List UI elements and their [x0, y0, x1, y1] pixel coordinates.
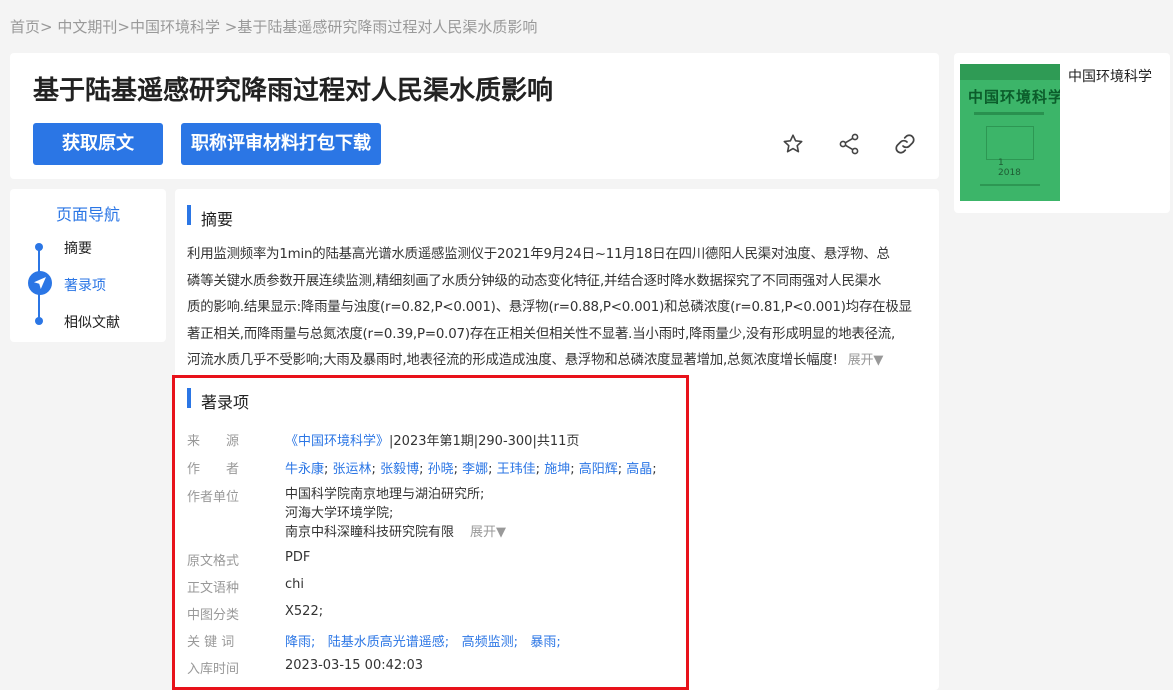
date-label: 入库时间	[187, 662, 240, 677]
breadcrumb-journals[interactable]: 中文期刊	[57, 18, 117, 36]
keyword-link[interactable]: 降雨;	[285, 635, 315, 650]
affiliation-expand-link[interactable]: 展开▼	[470, 525, 506, 540]
breadcrumb-separator: >	[224, 18, 238, 36]
cover-logo-strip	[960, 64, 1060, 80]
cover-issue-number: 1	[998, 158, 1004, 168]
cover-issue: 1 2018	[998, 158, 1021, 178]
affiliation-item: 南京中科深瞳科技研究院有限	[285, 525, 455, 540]
clc-label: 中图分类	[187, 608, 240, 623]
author-link[interactable]: 牛永康	[285, 462, 324, 477]
source-details: |2023年第1期|290-300|共11页	[389, 434, 580, 449]
abstract-expand-link[interactable]: 展开▼	[848, 353, 884, 368]
cover-issue-box	[986, 126, 1034, 160]
journal-name[interactable]: 中国环境科学	[1068, 66, 1152, 86]
keyword-link[interactable]: 暴雨;	[530, 635, 560, 650]
main-content: 摘要 利用监测频率为1min的陆基高光谱水质遥感监测仪于2021年9月24日~1…	[175, 189, 939, 690]
share-icon[interactable]	[837, 132, 861, 156]
author-link[interactable]: 施坤	[544, 462, 570, 477]
section-bar	[187, 205, 191, 225]
author-link[interactable]: 张毅博	[380, 462, 419, 477]
abstract-line: 河流水质几乎不受影响;大雨及暴雨时,地表径流的形成造成浊度、悬浮物和总磷浓度显著…	[187, 353, 838, 368]
record-heading: 著录项	[201, 393, 250, 412]
abstract-line: 利用监测频率为1min的陆基高光谱水质遥感监测仪于2021年9月24日~11月1…	[187, 247, 890, 262]
author-link[interactable]: 张运林	[333, 462, 372, 477]
section-bar	[187, 388, 191, 408]
article-header: 基于陆基遥感研究降雨过程对人民渠水质影响 获取原文 职称评审材料打包下载	[10, 53, 939, 179]
link-icon[interactable]	[893, 132, 917, 156]
nav-item-abstract[interactable]: 摘要	[64, 238, 92, 258]
format-value: PDF	[285, 550, 311, 565]
breadcrumb-article: 基于陆基遥感研究降雨过程对人民渠水质影响	[237, 18, 538, 36]
abstract-line: 著正相关,而降雨量与总氮浓度(r=0.39,P=0.07)存在正相关但相关性不显…	[187, 326, 896, 342]
nav-dot	[35, 243, 43, 251]
source-journal-link[interactable]: 《中国环境科学》	[285, 434, 389, 449]
abstract-text: 利用监测频率为1min的陆基高光谱水质遥感监测仪于2021年9月24日~11月1…	[187, 242, 925, 375]
abstract-last-line: 河流水质几乎不受影响;大雨及暴雨时,地表径流的形成造成浊度、悬浮物和总磷浓度显著…	[187, 348, 925, 375]
source-value: 《中国环境科学》|2023年第1期|290-300|共11页	[285, 430, 579, 449]
breadcrumb: 首页> 中文期刊>中国环境科学 >基于陆基遥感研究降雨过程对人民渠水质影响	[10, 16, 537, 37]
keyword-link[interactable]: 高频监测;	[462, 635, 518, 650]
affiliation-item: 河海大学环境学院;	[285, 506, 394, 521]
nav-item-record[interactable]: 著录项	[64, 275, 106, 295]
breadcrumb-home[interactable]: 首页	[10, 18, 40, 36]
keywords-list: 降雨; 陆基水质高光谱遥感; 高频监测; 暴雨;	[285, 631, 561, 650]
get-original-button[interactable]: 获取原文	[33, 123, 163, 165]
breadcrumb-journal[interactable]: 中国环境科学	[130, 18, 220, 36]
affiliation-item-last: 南京中科深瞳科技研究院有限 展开▼	[285, 523, 506, 542]
author-link[interactable]: 王玮佳	[497, 462, 536, 477]
journal-cover[interactable]: 中国环境科学 1 2018	[960, 64, 1060, 201]
nav-dot	[35, 317, 43, 325]
nav-active-marker	[28, 271, 52, 295]
author-link[interactable]: 李娜	[462, 462, 488, 477]
date-value: 2023-03-15 00:42:03	[285, 658, 424, 673]
abstract-line: 质的影响.结果显示:降雨量与浊度(r=0.82,P<0.001)、悬浮物(r=0…	[187, 300, 912, 315]
breadcrumb-separator: >	[40, 18, 53, 36]
abstract-line: 磷等关键水质参数开展连续监测,精细刻画了水质分钟级的动态变化特征,并结合逐时降水…	[187, 273, 882, 289]
source-label: 来 源	[187, 434, 240, 449]
page-title: 基于陆基遥感研究降雨过程对人民渠水质影响	[33, 76, 554, 106]
journal-card[interactable]: 中国环境科学 1 2018 中国环境科学	[954, 53, 1170, 213]
author-link[interactable]: 高阳辉	[579, 462, 618, 477]
authors-label: 作 者	[187, 462, 240, 477]
author-link[interactable]: 孙晓	[428, 462, 454, 477]
language-value: chi	[285, 577, 304, 592]
cover-footer-line	[980, 184, 1040, 186]
cover-title: 中国环境科学	[968, 88, 1060, 106]
language-label: 正文语种	[187, 581, 240, 596]
star-icon[interactable]	[781, 132, 805, 156]
breadcrumb-separator: >	[117, 18, 130, 36]
clc-value: X522;	[285, 604, 324, 619]
cover-year: 2018	[998, 168, 1021, 178]
page-navigation: 页面导航 摘要 著录项 相似文献	[10, 189, 166, 342]
affiliation-list: 中国科学院南京地理与湖泊研究所; 河海大学环境学院; 南京中科深瞳科技研究院有限…	[285, 485, 506, 542]
author-link[interactable]: 高晶	[626, 462, 652, 477]
nav-title: 页面导航	[55, 205, 120, 224]
keywords-label: 关 键 词	[187, 635, 235, 650]
download-package-button[interactable]: 职称评审材料打包下载	[181, 123, 381, 165]
nav-item-similar[interactable]: 相似文献	[64, 312, 120, 332]
authors-list: 牛永康; 张运林; 张毅博; 孙晓; 李娜; 王玮佳; 施坤; 高阳辉; 高晶;	[285, 462, 657, 477]
navigation-arrow-icon	[34, 277, 46, 289]
cover-subtitle-line	[974, 112, 1044, 115]
keyword-link[interactable]: 陆基水质高光谱遥感;	[328, 635, 449, 650]
affiliation-label: 作者单位	[187, 490, 240, 505]
abstract-heading: 摘要	[201, 210, 234, 229]
format-label: 原文格式	[187, 554, 240, 569]
affiliation-item: 中国科学院南京地理与湖泊研究所;	[285, 487, 485, 502]
